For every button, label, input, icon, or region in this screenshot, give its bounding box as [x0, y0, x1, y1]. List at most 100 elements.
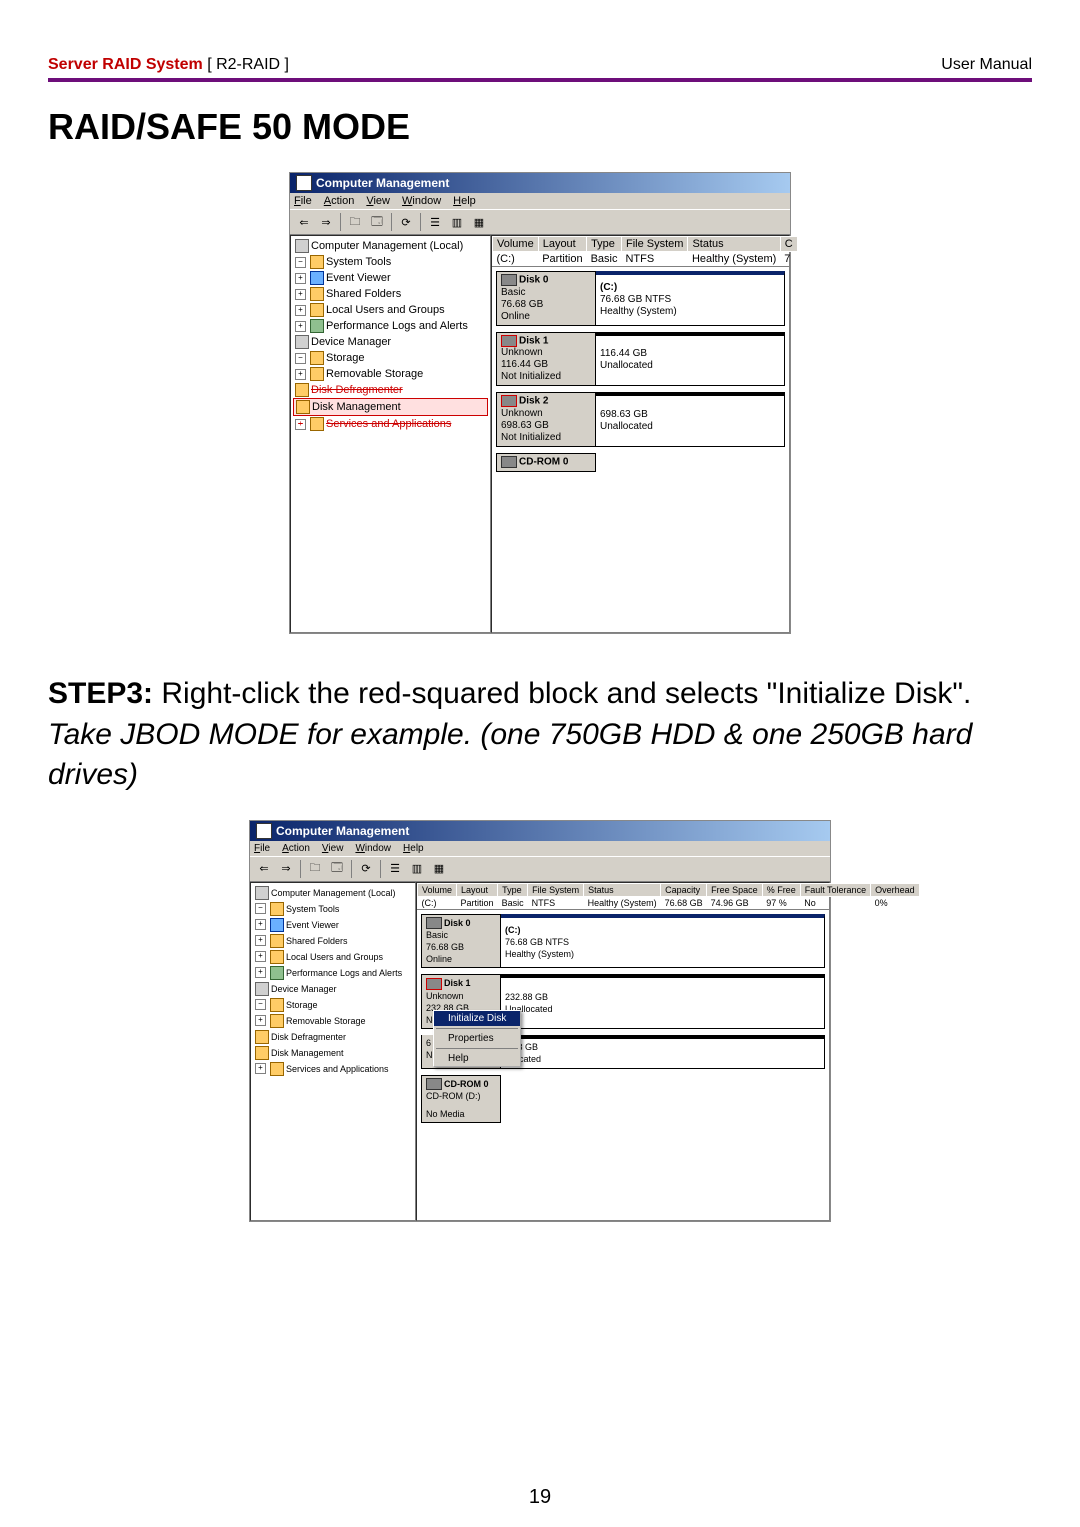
col-layout[interactable]: Layout: [457, 883, 498, 896]
disk-row-1[interactable]: Disk 1 Unknown 116.44 GB Not Initialized…: [496, 332, 785, 387]
col-type[interactable]: Type: [498, 883, 528, 896]
tool-button[interactable]: ▦: [429, 859, 449, 879]
tree-device-manager[interactable]: Device Manager: [293, 334, 488, 350]
col-filesystem[interactable]: File System: [528, 883, 584, 896]
tree-shared-folders[interactable]: +Shared Folders: [253, 933, 413, 949]
disk-row-0[interactable]: Disk 0 Basic 76.68 GB Online (C:) 76.68 …: [421, 914, 825, 969]
tree-event-viewer[interactable]: +Event Viewer: [253, 917, 413, 933]
tree-perf-logs[interactable]: +Performance Logs and Alerts: [293, 318, 488, 334]
table-row[interactable]: (C:) Partition Basic NTFS Healthy (Syste…: [418, 896, 920, 909]
disk-info[interactable]: Disk 1 Unknown 116.44 GB Not Initialized: [496, 332, 596, 387]
volume-block[interactable]: (C:) 76.68 GB NTFS Healthy (System): [596, 271, 785, 326]
col-free[interactable]: Free Space: [707, 883, 763, 896]
col-volume[interactable]: Volume: [493, 237, 539, 252]
collapse-icon[interactable]: −: [255, 999, 266, 1010]
expand-icon[interactable]: +: [255, 919, 266, 930]
tool-button[interactable]: ▥: [447, 212, 467, 232]
menu-view[interactable]: View: [322, 843, 344, 854]
up-button[interactable]: 🗀: [345, 212, 365, 232]
col-fault[interactable]: Fault Tolerance: [800, 883, 870, 896]
col-capacity[interactable]: Capacity: [661, 883, 707, 896]
forward-button[interactable]: ⇒: [276, 859, 296, 879]
col-cap[interactable]: C: [780, 237, 797, 252]
expand-icon[interactable]: +: [255, 1015, 266, 1026]
expand-icon[interactable]: +: [295, 369, 306, 380]
tree-removable[interactable]: +Removable Storage: [293, 366, 488, 382]
tree-defrag[interactable]: Disk Defragmenter: [253, 1029, 413, 1045]
expand-icon[interactable]: +: [295, 419, 306, 430]
menu-view[interactable]: View: [366, 195, 390, 207]
col-status[interactable]: Status: [688, 237, 780, 252]
tool-button[interactable]: ▥: [407, 859, 427, 879]
collapse-icon[interactable]: −: [295, 257, 306, 268]
refresh-button[interactable]: ⟳: [356, 859, 376, 879]
tree-services[interactable]: +Services and Applications: [253, 1061, 413, 1077]
collapse-icon[interactable]: −: [295, 353, 306, 364]
unallocated-block[interactable]: 8.63 GB allocated: [501, 1035, 825, 1069]
window-titlebar[interactable]: Computer Management: [290, 173, 790, 193]
disk-info[interactable]: Disk 0 Basic 76.68 GB Online: [496, 271, 596, 326]
menu-window[interactable]: Window: [355, 843, 391, 854]
tree-pane[interactable]: Computer Management (Local) −System Tool…: [250, 882, 416, 1221]
props-button[interactable]: 🗔: [327, 859, 347, 879]
table-row[interactable]: (C:) Partition Basic NTFS Healthy (Syste…: [493, 252, 798, 267]
menu-properties[interactable]: Properties: [434, 1031, 520, 1046]
tree-device-manager[interactable]: Device Manager: [253, 981, 413, 997]
tree-system-tools[interactable]: −System Tools: [293, 254, 488, 270]
expand-icon[interactable]: +: [255, 951, 266, 962]
menu-help[interactable]: Help: [453, 195, 476, 207]
tool-button[interactable]: ☰: [425, 212, 445, 232]
col-over[interactable]: Overhead: [871, 883, 920, 896]
tree-root[interactable]: Computer Management (Local): [253, 885, 413, 901]
disk-info[interactable]: Disk 0 Basic 76.68 GB Online: [421, 914, 501, 969]
forward-button[interactable]: ⇒: [316, 212, 336, 232]
menu-help[interactable]: Help: [403, 843, 424, 854]
tree-perf-logs[interactable]: +Performance Logs and Alerts: [253, 965, 413, 981]
props-button[interactable]: 🗔: [367, 212, 387, 232]
col-type[interactable]: Type: [587, 237, 622, 252]
col-layout[interactable]: Layout: [538, 237, 586, 252]
back-button[interactable]: ⇐: [254, 859, 274, 879]
volume-block[interactable]: (C:) 76.68 GB NTFS Healthy (System): [501, 914, 825, 969]
collapse-icon[interactable]: −: [255, 903, 266, 914]
expand-icon[interactable]: +: [295, 321, 306, 332]
expand-icon[interactable]: +: [255, 935, 266, 946]
back-button[interactable]: ⇐: [294, 212, 314, 232]
context-menu[interactable]: Initialize Disk Properties Help: [433, 1010, 521, 1067]
menu-help[interactable]: Help: [434, 1051, 520, 1066]
expand-icon[interactable]: +: [295, 305, 306, 316]
menu-window[interactable]: Window: [402, 195, 441, 207]
tree-disk-management[interactable]: Disk Management: [253, 1045, 413, 1061]
disk-row-0[interactable]: Disk 0 Basic 76.68 GB Online (C:) 76.68 …: [496, 271, 785, 326]
unallocated-block[interactable]: 116.44 GB Unallocated: [596, 332, 785, 387]
tree-defrag[interactable]: Disk Defragmenter: [293, 382, 488, 398]
tree-shared-folders[interactable]: +Shared Folders: [293, 286, 488, 302]
unallocated-block[interactable]: 698.63 GB Unallocated: [596, 392, 785, 447]
expand-icon[interactable]: +: [295, 289, 306, 300]
col-pfree[interactable]: % Free: [762, 883, 800, 896]
disk-row-cdrom[interactable]: CD-ROM 0: [496, 453, 785, 472]
menu-action[interactable]: Action: [282, 843, 310, 854]
tree-disk-management[interactable]: Disk Management: [293, 398, 488, 416]
tool-button[interactable]: ☰: [385, 859, 405, 879]
col-status[interactable]: Status: [584, 883, 661, 896]
menu-file[interactable]: File: [294, 195, 312, 207]
menu-initialize-disk[interactable]: Initialize Disk: [434, 1011, 520, 1026]
expand-icon[interactable]: +: [255, 1063, 266, 1074]
tree-local-users[interactable]: +Local Users and Groups: [253, 949, 413, 965]
disk-info[interactable]: CD-ROM 0: [496, 453, 596, 472]
tree-system-tools[interactable]: −System Tools: [253, 901, 413, 917]
window-titlebar[interactable]: Computer Management: [250, 821, 830, 841]
menu-action[interactable]: Action: [324, 195, 355, 207]
refresh-button[interactable]: ⟳: [396, 212, 416, 232]
tool-button[interactable]: ▦: [469, 212, 489, 232]
up-button[interactable]: 🗀: [305, 859, 325, 879]
disk-row-cdrom[interactable]: CD-ROM 0 CD-ROM (D:) No Media: [421, 1075, 825, 1124]
col-filesystem[interactable]: File System: [621, 237, 687, 252]
tree-event-viewer[interactable]: +Event Viewer: [293, 270, 488, 286]
tree-storage[interactable]: −Storage: [293, 350, 488, 366]
disk-row-2[interactable]: Disk 2 Unknown 698.63 GB Not Initialized…: [496, 392, 785, 447]
tree-removable[interactable]: +Removable Storage: [253, 1013, 413, 1029]
disk-info[interactable]: Disk 2 Unknown 698.63 GB Not Initialized: [496, 392, 596, 447]
tree-pane[interactable]: Computer Management (Local) −System Tool…: [290, 235, 491, 633]
